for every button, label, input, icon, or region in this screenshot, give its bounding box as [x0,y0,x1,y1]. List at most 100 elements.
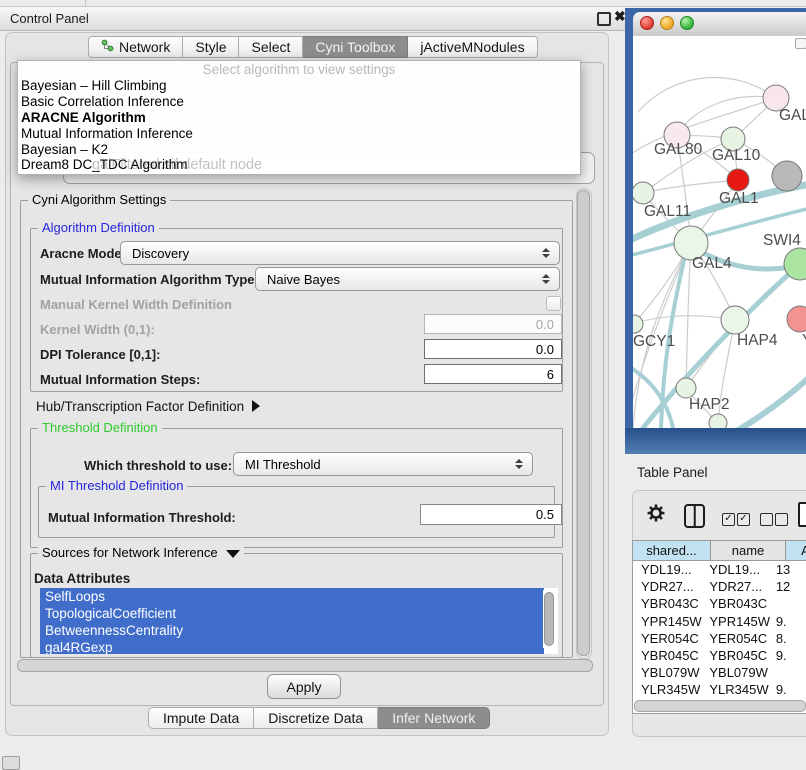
attribute-item-topologicalcoefficient[interactable]: TopologicalCoefficient [40,605,544,622]
node-salmon-node[interactable] [787,306,806,332]
settings-horizontal-scrollbar-thumb[interactable] [17,659,593,672]
manual-kernel-checkbox[interactable] [546,296,561,311]
mac-zoom-button[interactable] [680,16,694,30]
tab-network[interactable]: Network [88,36,183,58]
algorithm-option-bayesian-hill-climbing[interactable]: Bayesian – Hill Climbing [18,78,580,94]
node-gray-node[interactable] [772,161,802,191]
tab-impute-data[interactable]: Impute Data [148,707,254,729]
expand-right-icon [252,400,260,412]
tab-discretize-data[interactable]: Discretize Data [254,707,378,729]
table-header-row: shared...nameA [633,541,806,561]
attribute-item-selfloops[interactable]: SelfLoops [40,588,544,605]
sources-title[interactable]: Sources for Network Inference [38,546,244,560]
dropdown-prompt: Select algorithm to view settings [18,61,580,78]
table-row[interactable]: YBR043CYBR043C [633,595,806,612]
node-label-gal11: GAL11 [644,203,691,220]
table-horizontal-scrollbar-thumb[interactable] [634,700,806,712]
tab-infer-network[interactable]: Infer Network [378,707,490,729]
mi-type-combobox[interactable]: Naive Bayes [255,267,560,291]
algorithm-option-mutual-information-inference[interactable]: Mutual Information Inference [18,126,580,142]
node-label-hap2: HAP2 [689,396,730,413]
network-window-titlebar[interactable] [633,12,806,37]
network-edge [635,316,735,323]
table-row[interactable]: YBL079WYBL079W [633,664,806,681]
control-panel-titlebar [0,7,625,31]
cyni-algorithm-settings-title: Cyni Algorithm Settings [28,193,170,207]
apply-label: Apply [286,679,321,695]
dpi-tolerance-field[interactable]: 0.0 [424,339,562,359]
close-icon[interactable]: ✖ [614,8,626,25]
mac-minimize-button[interactable] [660,16,674,30]
collapse-down-icon [226,550,240,558]
hub-definition-toggle[interactable]: Hub/Transcription Factor Definition [36,399,260,414]
split-columns-icon[interactable] [684,504,705,528]
top-strip-divider [85,0,86,6]
attribute-item-gal4rgexp[interactable]: gal4RGexp [40,639,544,654]
node-hap2[interactable] [676,378,696,398]
dpi-tolerance-value: 0.0 [536,342,554,357]
mi-threshold-field[interactable]: 0.5 [420,504,562,525]
cell: YER054C [633,631,703,646]
tab-select[interactable]: Select [239,36,303,58]
canvas-corner-widget[interactable] [795,38,806,49]
scrollbar-thumb[interactable] [544,592,554,646]
threshold-definition-title: Threshold Definition [38,421,162,435]
algorithm-option-basic-correlation-inference[interactable]: Basic Correlation Inference [18,94,580,110]
aracne-mode-value: Discovery [132,246,189,261]
tab-jactivemnodules[interactable]: jActiveMNodules [408,36,537,58]
page-icon[interactable] [798,502,806,527]
which-threshold-combobox[interactable]: MI Threshold [233,452,533,476]
cell: 12 [771,579,806,594]
mac-close-button[interactable] [640,16,654,30]
cell: YDR27... [633,579,703,594]
mi-type-label: Mutual Information Algorithm Type: [40,272,259,287]
network-graph: GALGAL80GAL10GAL1GAL11SWI4GAL4GCY1HAP4YH… [633,36,806,428]
tab-label: Impute Data [163,710,239,726]
unchecked-checkbox-icon[interactable] [775,513,788,526]
cell: YLR345W [633,682,703,697]
cell: 9. [771,648,806,663]
cell: 8. [771,631,806,646]
apply-button[interactable]: Apply [267,674,341,699]
kernel-width-field[interactable]: 0.0 [424,314,562,334]
column-header-name[interactable]: name [711,541,786,561]
table-row[interactable]: YDR27...YDR27...12 [633,578,806,595]
gear-icon[interactable] [646,503,666,528]
checked-checkbox-icon[interactable]: ✓ [722,513,735,526]
checked-checkbox-icon[interactable]: ✓ [737,513,750,526]
cell: YBL079W [703,665,770,680]
cell: YDL19... [703,562,770,577]
table-row[interactable]: YBR045CYBR045C9. [633,647,806,664]
data-attributes-label: Data Attributes [34,571,130,586]
mi-steps-field[interactable]: 6 [424,364,562,384]
kernel-width-label: Kernel Width (0,1): [40,322,155,337]
algorithm-option-aracne-algorithm[interactable]: ARACNE Algorithm [18,110,580,126]
column-header-shared[interactable]: shared... [633,541,711,561]
node-gal1[interactable] [727,169,749,191]
node-hap4[interactable] [721,306,749,334]
table-row[interactable]: YPR145WYPR145W9. [633,613,806,630]
node-label-swi4: SWI4 [763,232,801,249]
cell: YPR145W [633,614,703,629]
node-gal11[interactable] [633,182,654,204]
column-header-a[interactable]: A [786,541,806,561]
table-row[interactable]: YDL19...YDL19...13 [633,561,806,578]
algorithm-option-bayesian-k2[interactable]: Bayesian – K2 [18,142,580,158]
attributes-list-scrollbar[interactable] [543,590,554,648]
tab-cyni-toolbox[interactable]: Cyni Toolbox [303,36,408,58]
table-row[interactable]: YLR345WYLR345W9. [633,681,806,698]
mi-threshold-definition-title: MI Threshold Definition [46,479,187,493]
node-gcy1[interactable] [633,315,643,333]
attribute-item-betweennesscentrality[interactable]: BetweennessCentrality [40,622,544,639]
node-bottom-node[interactable] [709,414,727,428]
cell: YDR27... [703,579,770,594]
float-window-icon[interactable] [597,12,611,26]
unchecked-checkbox-icon[interactable] [760,513,773,526]
mi-steps-label: Mutual Information Steps: [40,372,200,387]
table-row[interactable]: YER054CYER054C8. [633,630,806,647]
bottom-left-corner-button[interactable] [2,756,20,770]
aracne-mode-combobox[interactable]: Discovery [120,241,560,265]
settings-vertical-scrollbar-thumb[interactable] [577,190,590,656]
tab-style[interactable]: Style [183,36,239,58]
network-canvas[interactable]: GALGAL80GAL10GAL1GAL11SWI4GAL4GCY1HAP4YH… [633,36,806,428]
